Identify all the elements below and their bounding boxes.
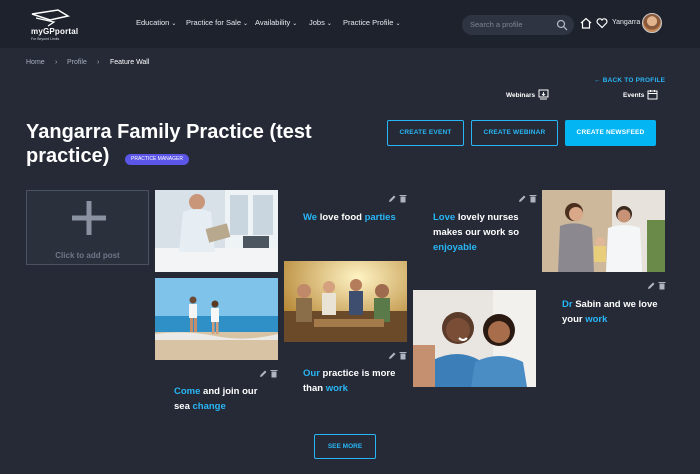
create-event-button[interactable]: CREATE EVENT — [387, 120, 464, 146]
trash-icon[interactable] — [529, 190, 537, 203]
trash-icon[interactable] — [399, 190, 407, 203]
post-image-party[interactable] — [284, 261, 407, 342]
nav-practice-for-sale[interactable]: Practice for Sale ⌄ — [186, 18, 248, 27]
edit-icon[interactable] — [647, 277, 655, 289]
logo-title: myGPportal — [31, 27, 79, 36]
edit-icon[interactable] — [259, 365, 267, 377]
post-highlight: Love — [433, 212, 456, 223]
nav-label: Practice Profile — [343, 18, 394, 27]
post-text[interactable]: Dr Sabin and we love your work — [562, 297, 662, 327]
breadcrumb-profile[interactable]: Profile — [67, 59, 87, 66]
post-text[interactable]: Our practice is more than work — [303, 366, 403, 396]
chevron-down-icon: ⌄ — [395, 21, 401, 27]
breadcrumb-home[interactable]: Home — [26, 59, 45, 66]
page-title: Yangarra Family Practice (test practice) — [26, 121, 312, 167]
heart-icon[interactable] — [596, 17, 608, 29]
post-highlight: parties — [364, 212, 396, 223]
post-highlight: We — [303, 212, 318, 223]
chevron-right-icon: › — [55, 59, 58, 66]
post-highlight: Come — [174, 386, 201, 397]
nav-education[interactable]: Education ⌄ — [136, 18, 176, 27]
search-placeholder: Search a profile — [470, 20, 523, 29]
user-name[interactable]: Yangarra — [612, 19, 640, 26]
post-highlight: enjoyable — [433, 242, 477, 253]
post-tools — [388, 347, 410, 360]
post-tools — [518, 190, 540, 203]
post-image-beach[interactable] — [155, 278, 278, 360]
logo-tagline: For Beyond Limits — [31, 37, 60, 41]
add-post-label: Click to add post — [55, 251, 120, 260]
trash-icon[interactable] — [399, 347, 407, 360]
post-highlight: Our — [303, 368, 320, 379]
post-highlight: work — [325, 383, 348, 394]
see-more-button[interactable]: SEE MORE — [314, 434, 376, 459]
chevron-down-icon: ⌄ — [171, 21, 177, 27]
chevron-down-icon: ⌄ — [243, 21, 249, 27]
nav-practice-profile[interactable]: Practice Profile ⌄ — [343, 18, 400, 27]
nav-jobs[interactable]: Jobs ⌄ — [309, 18, 332, 27]
post-highlight: change — [192, 401, 226, 412]
post-highlight: work — [585, 314, 608, 325]
webinars-link[interactable]: Webinars — [506, 92, 535, 99]
events-link[interactable]: Events — [623, 92, 644, 99]
nav-label: Jobs — [309, 18, 325, 27]
chevron-right-icon: › — [97, 59, 100, 66]
search-icon[interactable] — [556, 19, 568, 31]
add-post-card[interactable]: Click to add post — [26, 190, 149, 265]
search-input[interactable]: Search a profile — [462, 15, 574, 35]
nav-label: Education — [136, 18, 170, 27]
chevron-down-icon: ⌄ — [326, 21, 332, 27]
post-text[interactable]: Love lovely nurses makes our work so enj… — [433, 210, 533, 255]
edit-icon[interactable] — [388, 190, 396, 202]
post-image-doctor[interactable] — [542, 190, 665, 272]
nav-label: Practice for Sale — [186, 18, 242, 27]
edit-icon[interactable] — [518, 190, 526, 202]
plus-icon — [72, 201, 106, 235]
breadcrumb-current: Feature Wall — [110, 59, 150, 66]
avatar[interactable] — [642, 13, 662, 33]
back-to-profile-link[interactable]: ← BACK TO PROFILE — [594, 77, 665, 84]
home-icon[interactable] — [580, 17, 592, 29]
post-text[interactable]: Come and join our sea change — [174, 384, 274, 414]
chevron-down-icon: ⌄ — [292, 21, 298, 27]
nav-availability[interactable]: Availability ⌄ — [255, 18, 297, 27]
post-tools — [388, 190, 410, 203]
edit-icon[interactable] — [388, 347, 396, 359]
trash-icon[interactable] — [270, 365, 278, 378]
create-newsfeed-button[interactable]: CREATE NEWSFEED — [565, 120, 656, 146]
post-image-office[interactable] — [155, 190, 278, 272]
post-text[interactable]: We love food parties — [303, 210, 403, 225]
post-tools — [647, 277, 669, 290]
trash-icon[interactable] — [658, 277, 666, 290]
post-body: love food — [317, 212, 365, 223]
post-body: Sabin and we love your — [562, 299, 658, 325]
top-navigation-bar: myGPportal For Beyond Limits Education ⌄ … — [0, 0, 700, 48]
calendar-icon[interactable] — [647, 89, 658, 100]
role-badge: PRACTICE MANAGER — [125, 154, 189, 165]
webinar-icon[interactable] — [538, 89, 549, 100]
post-highlight: Dr — [562, 299, 573, 310]
nav-label: Availability — [255, 18, 291, 27]
post-image-nurses[interactable] — [413, 290, 536, 387]
create-webinar-button[interactable]: CREATE WEBINAR — [471, 120, 558, 146]
post-tools — [259, 365, 281, 378]
